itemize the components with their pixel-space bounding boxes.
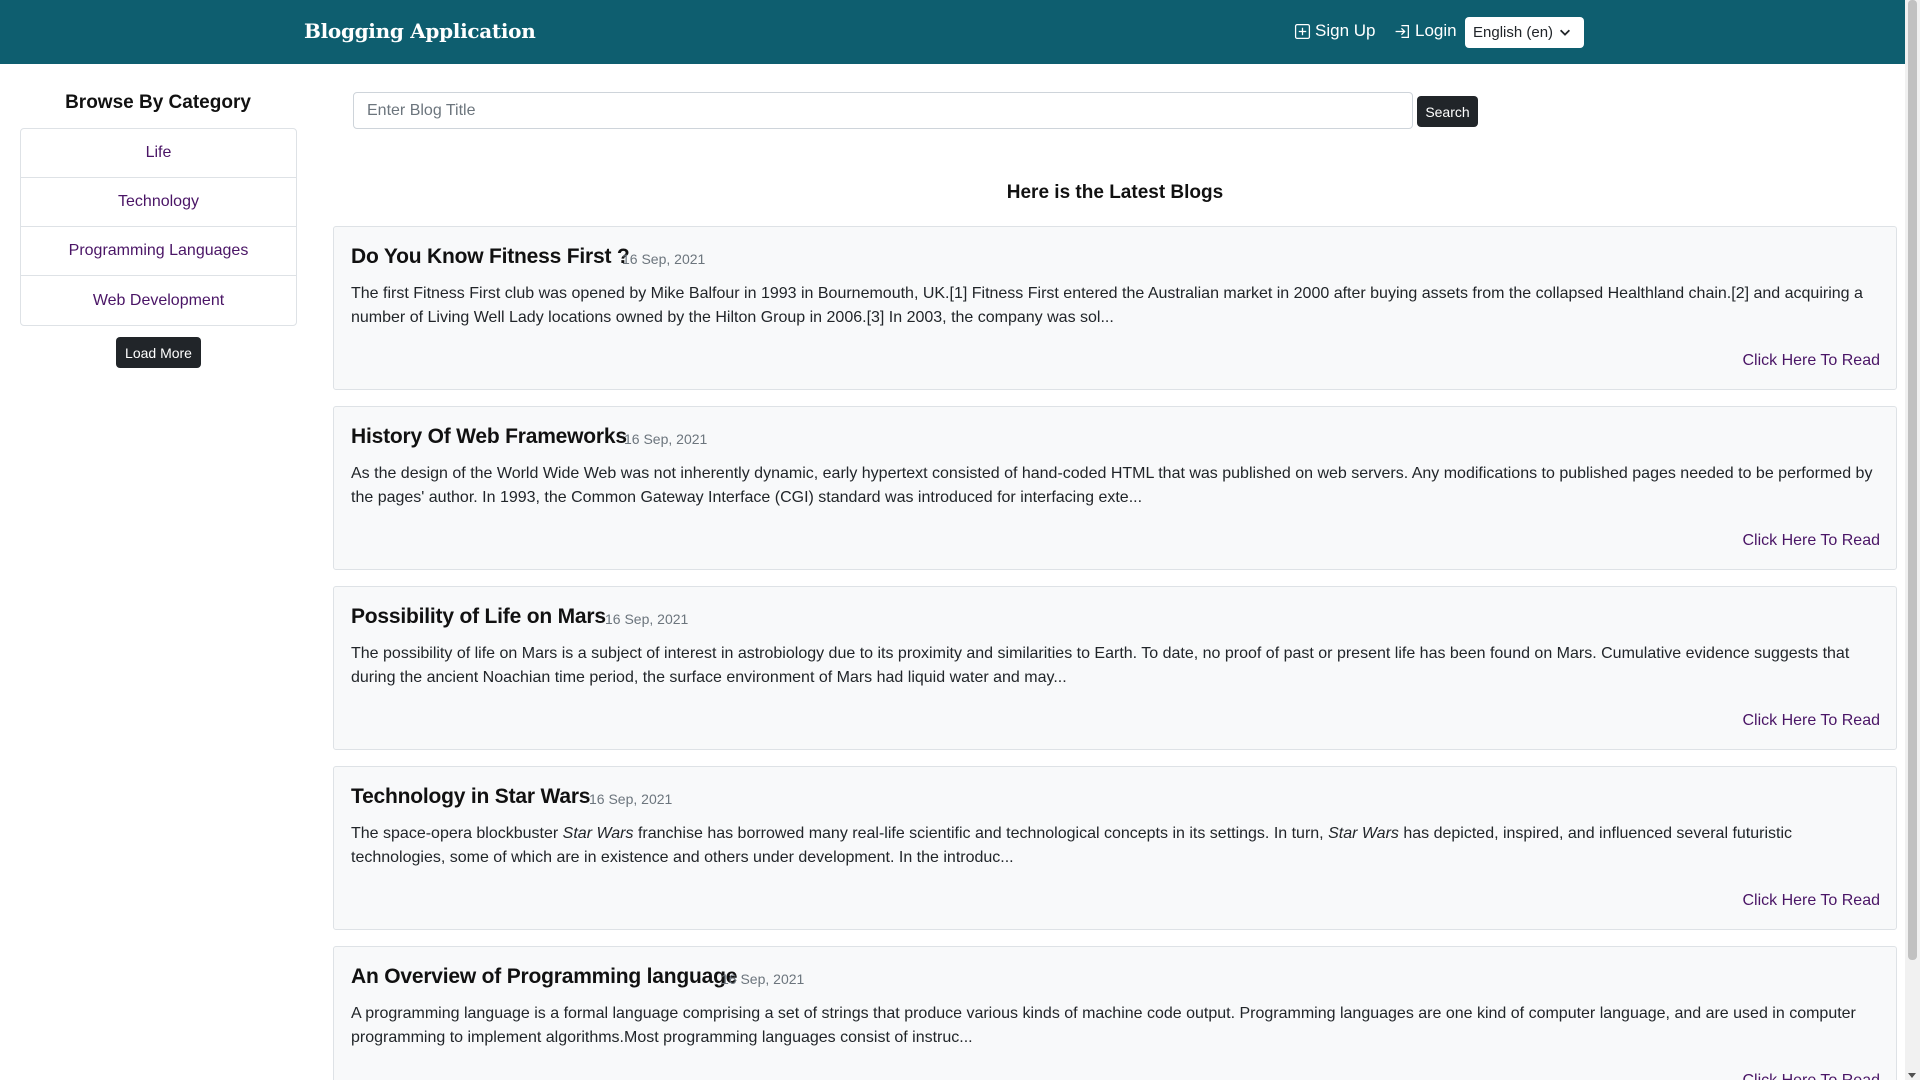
blog-excerpt: The space-opera blockbuster Star Wars fr… xyxy=(351,822,1881,870)
blog-title[interactable]: Do You Know Fitness First ? xyxy=(351,245,630,269)
blog-date: 16 Sep, 2021 xyxy=(605,611,689,627)
blog-card: Do You Know Fitness First ? 16 Sep, 2021… xyxy=(333,226,1897,390)
category-item-web-development[interactable]: Web Development xyxy=(21,276,296,325)
category-item-life[interactable]: Life xyxy=(21,129,296,178)
blog-title[interactable]: Technology in Star Wars xyxy=(351,785,590,809)
read-more-link[interactable]: Click Here To Read xyxy=(1742,352,1880,370)
sidebar-title: Browse By Category xyxy=(65,92,251,113)
blog-search-input[interactable] xyxy=(353,92,1413,129)
plus-square-icon xyxy=(1294,23,1311,39)
search-button[interactable]: Search xyxy=(1417,96,1478,127)
signup-link[interactable]: Sign Up xyxy=(1294,21,1375,41)
blog-card: Technology in Star Wars 16 Sep, 2021 The… xyxy=(333,766,1897,930)
blog-date: 16 Sep, 2021 xyxy=(721,971,805,987)
read-more-link[interactable]: Click Here To Read xyxy=(1742,532,1880,550)
scrollbar-thumb[interactable] xyxy=(1908,0,1917,960)
read-more-link[interactable]: Click Here To Read xyxy=(1742,712,1880,730)
excerpt-italic-text: Star Wars xyxy=(562,825,634,842)
load-more-button[interactable]: Load More xyxy=(116,337,201,368)
blog-title[interactable]: History Of Web Frameworks xyxy=(351,425,627,449)
login-label: Login xyxy=(1415,21,1457,40)
login-link[interactable]: Login xyxy=(1394,21,1457,41)
top-navbar: Blogging Application Sign Up Login Engli… xyxy=(0,0,1905,64)
login-arrow-icon xyxy=(1395,24,1409,38)
latest-blogs-heading: Here is the Latest Blogs xyxy=(1006,182,1224,203)
language-select[interactable]: English (en) xyxy=(1465,17,1584,48)
chevron-down-icon xyxy=(1560,29,1570,36)
category-item-technology[interactable]: Technology xyxy=(21,178,296,227)
blog-date: 16 Sep, 2021 xyxy=(624,431,708,447)
scroll-down-arrow-icon[interactable] xyxy=(1908,1073,1916,1078)
excerpt-text: franchise has borrowed many real-life sc… xyxy=(633,825,1329,842)
category-item-programming-languages[interactable]: Programming Languages xyxy=(21,227,296,276)
page-scrollbar[interactable] xyxy=(1905,0,1920,1080)
excerpt-text: The space-opera blockbuster xyxy=(351,825,563,842)
signup-label: Sign Up xyxy=(1315,21,1376,40)
blog-title[interactable]: An Overview of Programming language xyxy=(351,965,737,989)
blog-excerpt: As the design of the World Wide Web was … xyxy=(351,465,1873,506)
excerpt-italic-text: Star Wars xyxy=(1328,825,1399,842)
blog-excerpt: A programming language is a formal langu… xyxy=(351,1005,1856,1046)
read-more-link[interactable]: Click Here To Read xyxy=(1742,1072,1880,1080)
blog-card: History Of Web Frameworks 16 Sep, 2021 A… xyxy=(333,406,1897,570)
blog-excerpt: The first Fitness First club was opened … xyxy=(351,285,1863,326)
blog-date: 16 Sep, 2021 xyxy=(622,251,706,267)
category-list: Life Technology Programming Languages We… xyxy=(20,128,297,326)
blog-excerpt: The possibility of life on Mars is a sub… xyxy=(351,645,1850,686)
blog-card: Possibility of Life on Mars 16 Sep, 2021… xyxy=(333,586,1897,750)
blog-card: An Overview of Programming language 16 S… xyxy=(333,946,1897,1080)
brand-logo[interactable]: Blogging Application xyxy=(304,19,536,43)
language-selected-value: English (en) xyxy=(1473,24,1554,41)
read-more-link[interactable]: Click Here To Read xyxy=(1742,892,1880,910)
blog-date: 16 Sep, 2021 xyxy=(589,791,673,807)
blog-title[interactable]: Possibility of Life on Mars xyxy=(351,605,606,629)
